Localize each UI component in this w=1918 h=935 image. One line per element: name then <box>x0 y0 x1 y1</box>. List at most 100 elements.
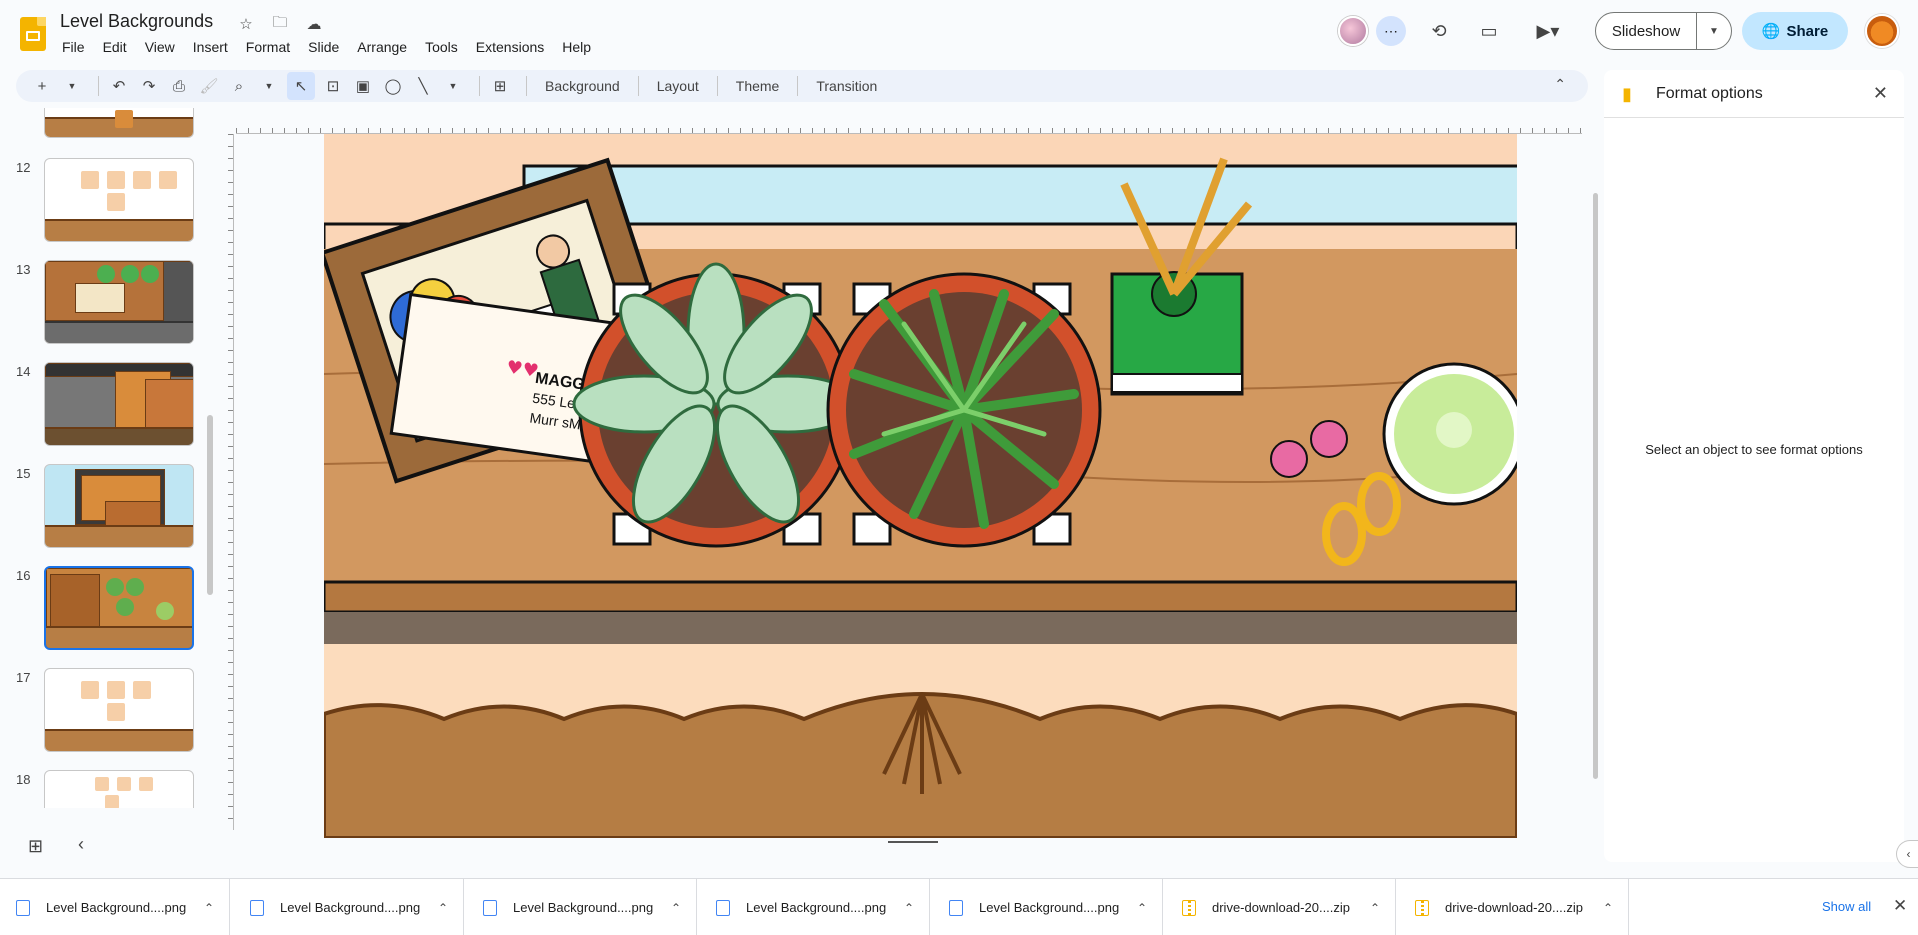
notes-resize-handle[interactable] <box>888 841 938 843</box>
add-comment-icon[interactable]: ⊞ <box>488 72 512 100</box>
transition-button[interactable]: Transition <box>806 78 887 94</box>
image-icon[interactable]: ▣ <box>351 72 375 100</box>
print-icon[interactable]: ⎙ <box>167 72 191 100</box>
show-all-link[interactable]: Show all <box>1822 899 1871 914</box>
meet-icon[interactable]: ▶▾ <box>1526 18 1570 44</box>
download-item[interactable]: Level Background....png ⌃ <box>700 879 930 935</box>
toolbar: + ▼ ↶ ↷ ⎙ 🖌 ⌕ ▼ ↖ ⊡ ▣ ◯ ╲ ▼ ⊞ Background… <box>16 70 1588 102</box>
menu-arrange[interactable]: Arrange <box>357 37 414 57</box>
desk-shadow <box>324 612 1517 644</box>
thumbnail[interactable] <box>44 770 194 808</box>
filmstrip-scrollbar[interactable] <box>207 415 213 595</box>
download-item[interactable]: Level Background....png ⌃ <box>467 879 697 935</box>
cloud-status-icon[interactable]: ☁ <box>302 12 326 36</box>
svg-text:♥♥: ♥♥ <box>505 357 540 382</box>
download-item[interactable]: Level Background....png ⌃ <box>0 879 230 935</box>
chevron-up-icon[interactable]: ⌃ <box>1137 901 1147 915</box>
thumbnail[interactable] <box>44 158 194 242</box>
slide-thumbnail-16[interactable]: 16 <box>0 566 200 656</box>
line-dropdown-icon[interactable]: ▼ <box>441 72 465 100</box>
slide-thumbnail-15[interactable]: 15 <box>0 464 200 554</box>
zip-file-icon <box>1182 899 1196 916</box>
download-item[interactable]: drive-download-20....zip ⌃ <box>1166 879 1396 935</box>
menu-edit[interactable]: Edit <box>103 37 134 57</box>
panel-empty-message: Select an object to see format options <box>1645 442 1863 457</box>
slideshow-button[interactable]: Slideshow ▼ <box>1595 12 1732 50</box>
filmstrip: 12 13 14 15 16 17 18 <box>0 108 214 808</box>
share-button[interactable]: 🌐 Share <box>1742 12 1848 50</box>
star-icon[interactable]: ☆ <box>234 12 258 36</box>
thumbnail[interactable] <box>44 260 194 344</box>
slide-thumbnail-18[interactable]: 18 <box>0 770 200 808</box>
zip-file-icon <box>1415 899 1429 916</box>
collapse-toolbar-icon[interactable]: ⌃ <box>1554 76 1566 93</box>
textbox-icon[interactable]: ⊡ <box>321 72 345 100</box>
move-folder-icon[interactable]: 🗀 <box>268 12 292 36</box>
canvas-scrollbar[interactable] <box>1593 193 1598 779</box>
thumbnail[interactable] <box>44 464 194 548</box>
menu-help[interactable]: Help <box>562 37 598 57</box>
chevron-up-icon[interactable]: ⌃ <box>904 901 914 915</box>
theme-button[interactable]: Theme <box>726 78 790 94</box>
menu-extensions[interactable]: Extensions <box>476 37 551 57</box>
user-avatar[interactable] <box>1865 14 1899 48</box>
menu-tools[interactable]: Tools <box>425 37 465 57</box>
comments-icon[interactable]: ▭ <box>1476 18 1502 44</box>
presenter-chat-icon[interactable]: ⋯ <box>1376 16 1406 46</box>
version-history-icon[interactable]: ⟲ <box>1426 18 1452 44</box>
menu-file[interactable]: File <box>62 37 92 57</box>
side-panel-toggle-icon[interactable]: ‹ <box>1896 840 1918 868</box>
collapse-filmstrip-icon[interactable]: ‹ <box>78 834 84 855</box>
new-slide-icon[interactable]: + <box>30 72 54 100</box>
chevron-up-icon[interactable]: ⌃ <box>204 901 214 915</box>
paint-format-icon[interactable]: 🖌 <box>197 72 221 100</box>
format-options-panel: ▮ Format options ✕ Select an object to s… <box>1604 70 1904 862</box>
redo-icon[interactable]: ↷ <box>137 72 161 100</box>
slides-app: Level Backgrounds ☆ 🗀 ☁ File Edit View I… <box>0 0 1918 935</box>
close-icon[interactable]: ✕ <box>1893 896 1907 916</box>
chevron-up-icon[interactable]: ⌃ <box>438 901 448 915</box>
vertical-ruler[interactable] <box>224 134 234 830</box>
undo-icon[interactable]: ↶ <box>107 72 131 100</box>
slide-thumbnail-17[interactable]: 17 <box>0 668 200 758</box>
line-icon[interactable]: ╲ <box>411 72 435 100</box>
thumbnail[interactable] <box>44 108 194 138</box>
thumbnail[interactable] <box>44 668 194 752</box>
layout-button[interactable]: Layout <box>647 78 709 94</box>
slide-thumbnail-12[interactable]: 12 <box>0 158 200 248</box>
chevron-up-icon[interactable]: ⌃ <box>1603 901 1613 915</box>
menu-insert[interactable]: Insert <box>193 37 235 57</box>
download-item[interactable]: drive-download-20....zip ⌃ <box>1399 879 1629 935</box>
globe-icon: 🌐 <box>1761 23 1781 40</box>
menu-view[interactable]: View <box>145 37 182 57</box>
thumbnail[interactable] <box>44 362 194 446</box>
menu-slide[interactable]: Slide <box>308 37 346 57</box>
panel-header: ▮ Format options ✕ <box>1604 70 1904 118</box>
menu-format[interactable]: Format <box>246 37 297 57</box>
background-button[interactable]: Background <box>535 78 630 94</box>
slide-canvas[interactable]: MAGGIE GREE 555 Lemon Dr Murr sMITH ♥♥ <box>324 134 1517 838</box>
zoom-icon[interactable]: ⌕ <box>227 72 251 100</box>
chevron-up-icon[interactable]: ⌃ <box>1370 901 1380 915</box>
document-title[interactable]: Level Backgrounds <box>60 11 213 32</box>
slides-logo[interactable] <box>20 17 46 51</box>
image-file-icon <box>16 899 30 916</box>
slide-thumbnail-13[interactable]: 13 <box>0 260 200 350</box>
collaborator-avatar[interactable] <box>1338 16 1368 46</box>
download-item[interactable]: Level Background....png ⌃ <box>933 879 1163 935</box>
zoom-dropdown-icon[interactable]: ▼ <box>257 72 281 100</box>
download-item[interactable]: Level Background....png ⌃ <box>234 879 464 935</box>
panel-title: Format options <box>1656 85 1763 102</box>
slideshow-label[interactable]: Slideshow <box>1596 13 1697 49</box>
slide-thumbnail-14[interactable]: 14 <box>0 362 200 452</box>
menubar: File Edit View Insert Format Slide Arran… <box>60 37 609 57</box>
shape-icon[interactable]: ◯ <box>381 72 405 100</box>
chevron-up-icon[interactable]: ⌃ <box>671 901 681 915</box>
select-tool-icon[interactable]: ↖ <box>287 72 315 100</box>
close-icon[interactable]: ✕ <box>1873 83 1888 104</box>
new-slide-dropdown-icon[interactable]: ▼ <box>60 72 84 100</box>
horizontal-ruler[interactable] <box>236 124 1582 134</box>
slideshow-dropdown-icon[interactable]: ▼ <box>1697 13 1731 49</box>
grid-view-icon[interactable]: ⊞ <box>28 836 43 857</box>
thumbnail[interactable] <box>44 566 194 650</box>
